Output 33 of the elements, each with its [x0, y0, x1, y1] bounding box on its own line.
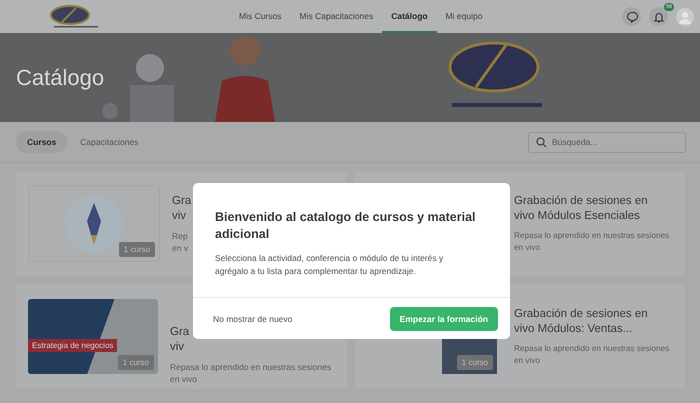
course-title: Gra	[170, 324, 190, 340]
course-description: en v	[172, 242, 190, 254]
course-title: Grabación de sesiones en	[514, 306, 649, 322]
nav-link[interactable]: Mis Cursos	[230, 0, 291, 33]
course-title: Grabación de sesiones en	[514, 194, 649, 208]
image-caption: Estrategia de negocios	[28, 339, 118, 352]
dont-show-again-button[interactable]: No mostrar de nuevo	[213, 314, 292, 324]
course-description: Repasa lo aprendido en nuestras sesiones	[514, 342, 670, 354]
nav-link[interactable]: Mis Capacitaciones	[290, 0, 382, 33]
course-description: Repasa lo aprendido en nuestras sesiones	[514, 230, 670, 242]
rocket-drawing	[65, 194, 123, 252]
course-description: en vivo	[514, 242, 541, 254]
course-description: en vivo	[514, 354, 541, 366]
search-field[interactable]: Búsqueda...	[528, 132, 686, 152]
course-count-badge: 1 curso	[118, 242, 155, 257]
course-count-badge: 1 curso	[118, 355, 154, 370]
course-title: vivo Módulos: Ventas...	[514, 322, 634, 336]
start-training-button[interactable]: Empezar la formación	[390, 306, 498, 330]
course-title: vivo Módulos Esenciales	[514, 208, 641, 224]
bell-icon[interactable]	[652, 10, 664, 22]
course-title: viv	[170, 340, 186, 354]
course-description: en vivo	[170, 372, 198, 384]
search-icon	[536, 136, 547, 148]
course-description: Rep	[172, 230, 189, 242]
course-description: Repasa lo aprendido en nuestras sesiones	[170, 360, 332, 372]
nav-link[interactable]: Mi equipo	[436, 0, 492, 33]
course-title: viv	[172, 208, 188, 224]
filter-tab[interactable]: Capacitaciones	[69, 131, 150, 153]
page-title: Catálogo	[16, 64, 104, 90]
chat-icon[interactable]	[622, 7, 641, 26]
course-count-badge: 1 curso	[456, 355, 493, 370]
filter-tab[interactable]: Cursos	[16, 131, 68, 153]
course-title: Gra	[172, 194, 192, 208]
